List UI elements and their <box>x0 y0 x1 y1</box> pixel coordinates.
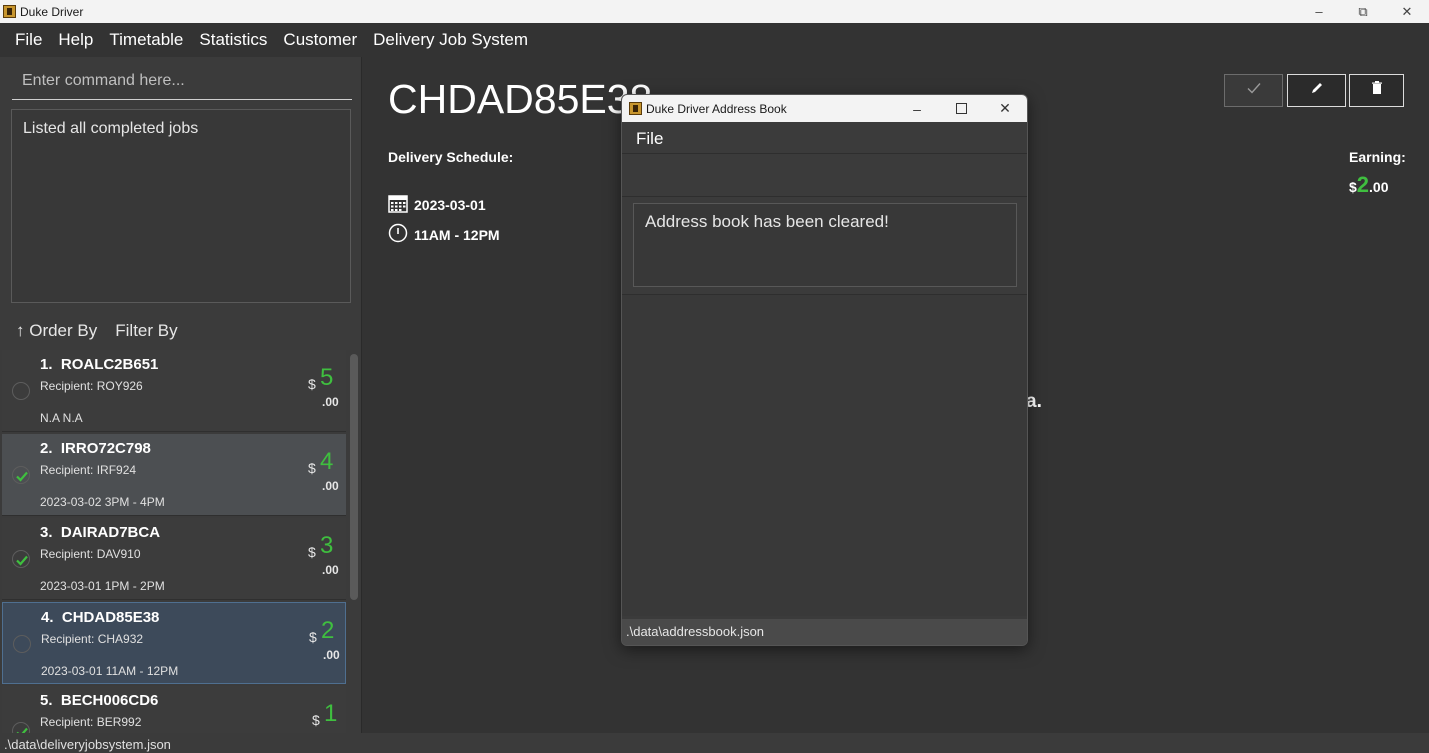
address-book-result-display: Address book has been cleared! <box>633 203 1017 287</box>
edit-job-button[interactable] <box>1287 74 1346 107</box>
job-detail-title: CHDAD85E38 <box>388 76 653 122</box>
menu-delivery-job-system[interactable]: Delivery Job System <box>365 30 536 50</box>
earning-label: Earning: <box>1349 149 1406 165</box>
window-controls: – ⧉ ✕ <box>1297 0 1429 23</box>
currency-symbol: $ <box>309 629 317 645</box>
job-recipient: Recipient: DAV910 <box>40 547 141 561</box>
earning-value: $2.00 <box>1349 172 1389 197</box>
currency-symbol: $ <box>308 544 316 560</box>
address-book-title: Duke Driver Address Book <box>646 101 787 116</box>
check-icon[interactable] <box>12 466 30 484</box>
job-price: 2 <box>321 617 335 644</box>
job-cents: .00 <box>323 648 340 662</box>
scrollbar-thumb[interactable] <box>350 354 358 600</box>
clock-icon <box>388 223 408 246</box>
menu-timetable[interactable]: Timetable <box>101 30 191 50</box>
minimize-button[interactable]: – <box>1297 0 1341 23</box>
job-cents: .00 <box>322 479 339 493</box>
check-icon[interactable] <box>12 722 30 733</box>
job-list: 1. ROALC2B651 Recipient: ROY926 N.A N.A … <box>2 350 348 733</box>
currency-symbol: $ <box>308 376 316 392</box>
job-status-circle-icon[interactable] <box>13 635 31 653</box>
job-title: 5. BECH006CD6 <box>40 692 159 709</box>
job-price: 1 <box>324 700 338 727</box>
job-title: 4. CHDAD85E38 <box>41 609 160 626</box>
job-title: 3. DAIRAD7BCA <box>40 524 161 541</box>
minimize-button[interactable]: – <box>895 95 939 122</box>
address-book-command-input[interactable] <box>622 155 1027 197</box>
restore-button[interactable]: ⧉ <box>1341 0 1385 23</box>
job-slot: 2023-03-01 11AM - 12PM <box>41 664 179 678</box>
job-recipient: Recipient: CHA932 <box>41 632 144 646</box>
job-cents: .00 <box>322 395 339 409</box>
job-slot: 2023-03-02 3PM - 4PM <box>40 495 165 509</box>
schedule-time-row: 11AM - 12PM <box>388 223 500 246</box>
command-input[interactable]: Enter command here... <box>12 66 352 100</box>
schedule-time: 11AM - 12PM <box>414 226 500 243</box>
detail-fragment-text: a. <box>1026 391 1042 412</box>
job-price: 3 <box>320 532 334 559</box>
left-panel: Enter command here... Listed all complet… <box>0 57 362 733</box>
schedule-date-row: 2023-03-01 <box>388 193 486 216</box>
job-cents: .00 <box>322 563 339 577</box>
address-book-window-controls: – ✕ <box>895 95 1027 122</box>
sort-bar: ↑ Order By Filter By <box>16 321 178 341</box>
job-card[interactable]: 3. DAIRAD7BCA Recipient: DAV910 2023-03-… <box>2 518 346 600</box>
menu-statistics[interactable]: Statistics <box>191 30 275 50</box>
close-button[interactable]: ✕ <box>983 95 1027 122</box>
job-price: 5 <box>320 364 334 391</box>
job-recipient: Recipient: ROY926 <box>40 379 143 393</box>
address-book-status-bar: .\data\addressbook.json <box>622 619 1027 645</box>
job-price: 4 <box>320 448 334 475</box>
job-card-selected[interactable]: 4. CHDAD85E38 Recipient: CHA932 2023-03-… <box>2 602 346 684</box>
job-slot: 2023-03-01 1PM - 2PM <box>40 579 165 593</box>
address-book-person-list <box>622 294 1027 616</box>
menu-help[interactable]: Help <box>50 30 101 50</box>
complete-job-button[interactable] <box>1224 74 1283 107</box>
maximize-button[interactable] <box>939 95 983 122</box>
status-bar: .\data\deliveryjobsystem.json <box>0 733 1429 753</box>
pencil-icon <box>1309 81 1325 100</box>
close-button[interactable]: ✕ <box>1385 0 1429 23</box>
result-display: Listed all completed jobs <box>11 109 351 303</box>
job-title: 2. IRRO72C798 <box>40 440 151 457</box>
menu-customer[interactable]: Customer <box>275 30 365 50</box>
app-icon <box>629 102 642 115</box>
app-icon <box>3 5 16 18</box>
filter-by-button[interactable]: Filter By <box>115 321 177 341</box>
job-status-circle-icon[interactable] <box>12 382 30 400</box>
job-card[interactable]: 1. ROALC2B651 Recipient: ROY926 N.A N.A … <box>2 350 346 432</box>
trash-icon <box>1371 81 1383 100</box>
window-title: Duke Driver <box>20 4 84 19</box>
job-card[interactable]: 2. IRRO72C798 Recipient: IRF924 2023-03-… <box>2 434 346 516</box>
menu-file[interactable]: File <box>7 30 50 50</box>
currency-symbol: $ <box>308 460 316 476</box>
job-list-scrollbar[interactable] <box>348 350 360 733</box>
job-recipient: Recipient: BER992 <box>40 715 142 729</box>
job-card[interactable]: 5. BECH006CD6 Recipient: BER992 $ 1 <box>2 686 346 733</box>
main-titlebar: Duke Driver – ⧉ ✕ <box>0 0 1429 23</box>
schedule-date: 2023-03-01 <box>414 196 486 213</box>
menu-bar: File Help Timetable Statistics Customer … <box>0 23 1429 57</box>
job-slot: N.A N.A <box>40 411 83 425</box>
order-by-button[interactable]: ↑ Order By <box>16 321 97 341</box>
job-title: 1. ROALC2B651 <box>40 356 159 373</box>
calendar-icon <box>388 193 408 216</box>
currency-symbol: $ <box>312 712 320 728</box>
address-book-menu-file[interactable]: File <box>622 122 1027 154</box>
check-icon[interactable] <box>12 550 30 568</box>
address-book-window[interactable]: Duke Driver Address Book – ✕ File Addres… <box>621 94 1028 646</box>
delete-job-button[interactable] <box>1349 74 1404 107</box>
address-book-titlebar[interactable]: Duke Driver Address Book – ✕ <box>622 95 1027 122</box>
job-recipient: Recipient: IRF924 <box>40 463 137 477</box>
schedule-label: Delivery Schedule: <box>388 149 514 165</box>
check-icon <box>1246 81 1262 100</box>
